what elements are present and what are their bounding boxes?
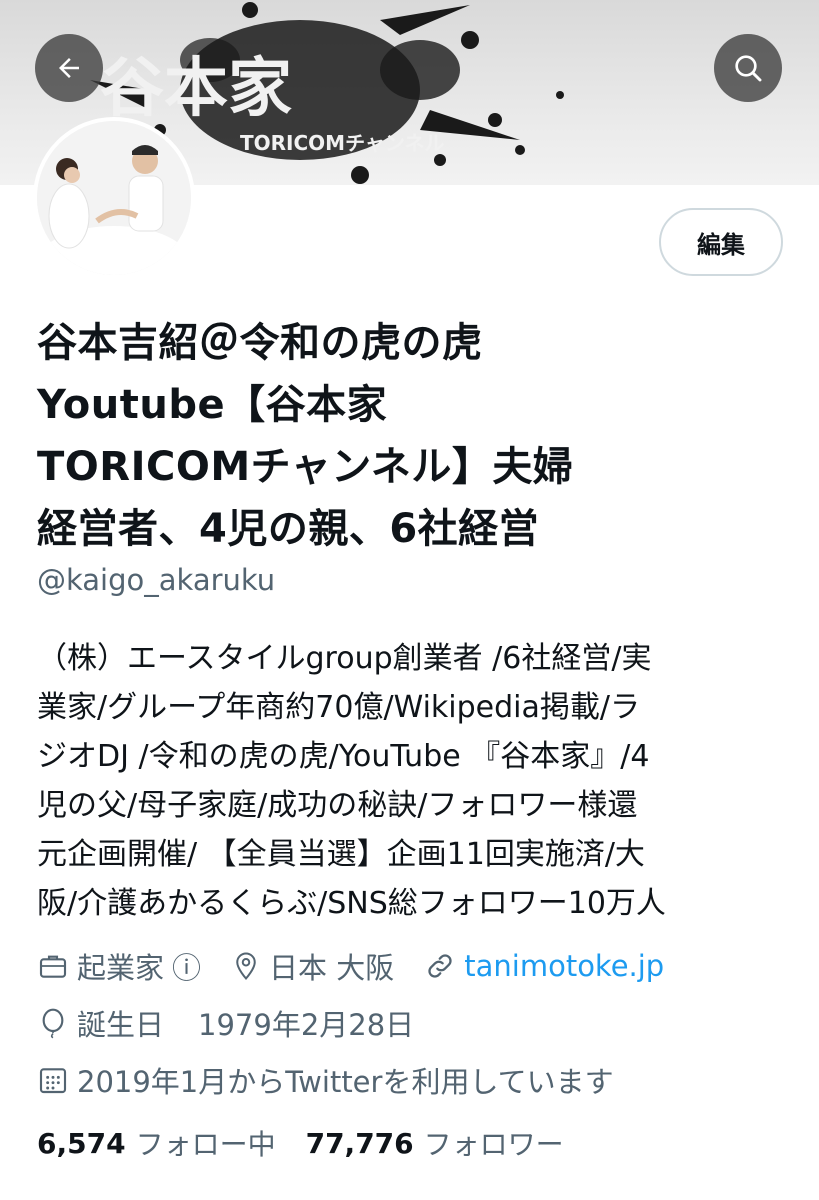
search-button[interactable] xyxy=(714,34,782,102)
profile-birthday: 誕生日 1979年2月28日 xyxy=(37,1001,414,1045)
banner-logo-text: 谷本家 xyxy=(100,51,292,126)
profile-location: 日本 大阪 xyxy=(231,945,394,987)
edit-profile-button[interactable]: 編集 xyxy=(659,208,783,276)
profile-website[interactable]: tanimotoke.jp xyxy=(424,949,664,983)
profile-name-line: 谷本吉紹＠令和の虎の虎 xyxy=(37,320,483,366)
following-label: フォロー中 xyxy=(135,1128,276,1161)
bio-line: 阪/介護あかるくらぶ/SNS総フォロワー10万人 xyxy=(37,886,666,921)
bio-line: 元企画開催/ 【全員当選】企画11回実施済/大 xyxy=(37,837,645,872)
profile-meta-row: 起業家 ⓘ 日本 大阪 tanimotoke.jp xyxy=(37,944,694,988)
calendar-icon xyxy=(39,1068,67,1094)
category-label: 起業家 xyxy=(77,951,165,985)
back-button[interactable] xyxy=(35,34,103,102)
following-link[interactable]: 6,574 フォロー中 xyxy=(37,1123,276,1163)
bio-line: （株）エースタイルgroup創業者 /6社経営/実 xyxy=(37,641,652,676)
back-arrow-icon xyxy=(59,58,79,78)
followers-count: 77,776 xyxy=(305,1126,414,1160)
location-label: 日本 大阪 xyxy=(269,951,395,985)
location-pin-icon xyxy=(236,952,256,980)
link-icon xyxy=(428,954,452,978)
profile-name: 谷本吉紹＠令和の虎の虎 Youtube【谷本家 TORICOMチャンネル】夫婦 … xyxy=(37,312,797,560)
profile-handle: @kaigo_akaruku xyxy=(37,563,276,597)
bio-line: 児の父/母子家庭/成功の秘訣/フォロワー様還 xyxy=(37,788,638,823)
briefcase-icon xyxy=(39,955,67,978)
profile-category[interactable]: 起業家 ⓘ xyxy=(37,945,201,987)
birthday-label: 誕生日 xyxy=(77,1008,165,1042)
avatar-photo xyxy=(37,121,191,275)
birthday-value: 1979年2月28日 xyxy=(198,1008,415,1042)
bio-line: ジオDJ /令和の虎の虎/YouTube 『谷本家』/4 xyxy=(37,739,650,774)
website-link[interactable]: tanimotoke.jp xyxy=(464,949,664,983)
avatar[interactable] xyxy=(33,117,195,279)
profile-bio: （株）エースタイルgroup創業者 /6社経営/実 業家/グループ年商約70億/… xyxy=(37,634,787,928)
bio-line: 業家/グループ年商約70億/Wikipedia掲載/ラ xyxy=(37,690,641,725)
balloon-icon xyxy=(42,1008,64,1039)
info-icon[interactable]: ⓘ xyxy=(172,945,201,987)
followers-link[interactable]: 77,776 フォロワー xyxy=(306,1123,564,1163)
follow-stats: 6,574 フォロー中 77,776 フォロワー xyxy=(37,1123,594,1163)
profile-name-line: TORICOMチャンネル】夫婦 xyxy=(37,444,574,490)
joined-label: 2019年1月からTwitterを利用しています xyxy=(77,1065,614,1099)
banner-sub-text: TORICOMチャンネル xyxy=(240,131,444,155)
profile-name-line: Youtube【谷本家 xyxy=(37,382,388,428)
following-count: 6,574 xyxy=(37,1126,126,1160)
followers-label: フォロワー xyxy=(423,1128,564,1161)
search-icon xyxy=(735,55,762,82)
profile-joined: 2019年1月からTwitterを利用しています xyxy=(37,1058,614,1102)
profile-name-line: 経営者、4児の親、6社経営 xyxy=(37,506,540,552)
